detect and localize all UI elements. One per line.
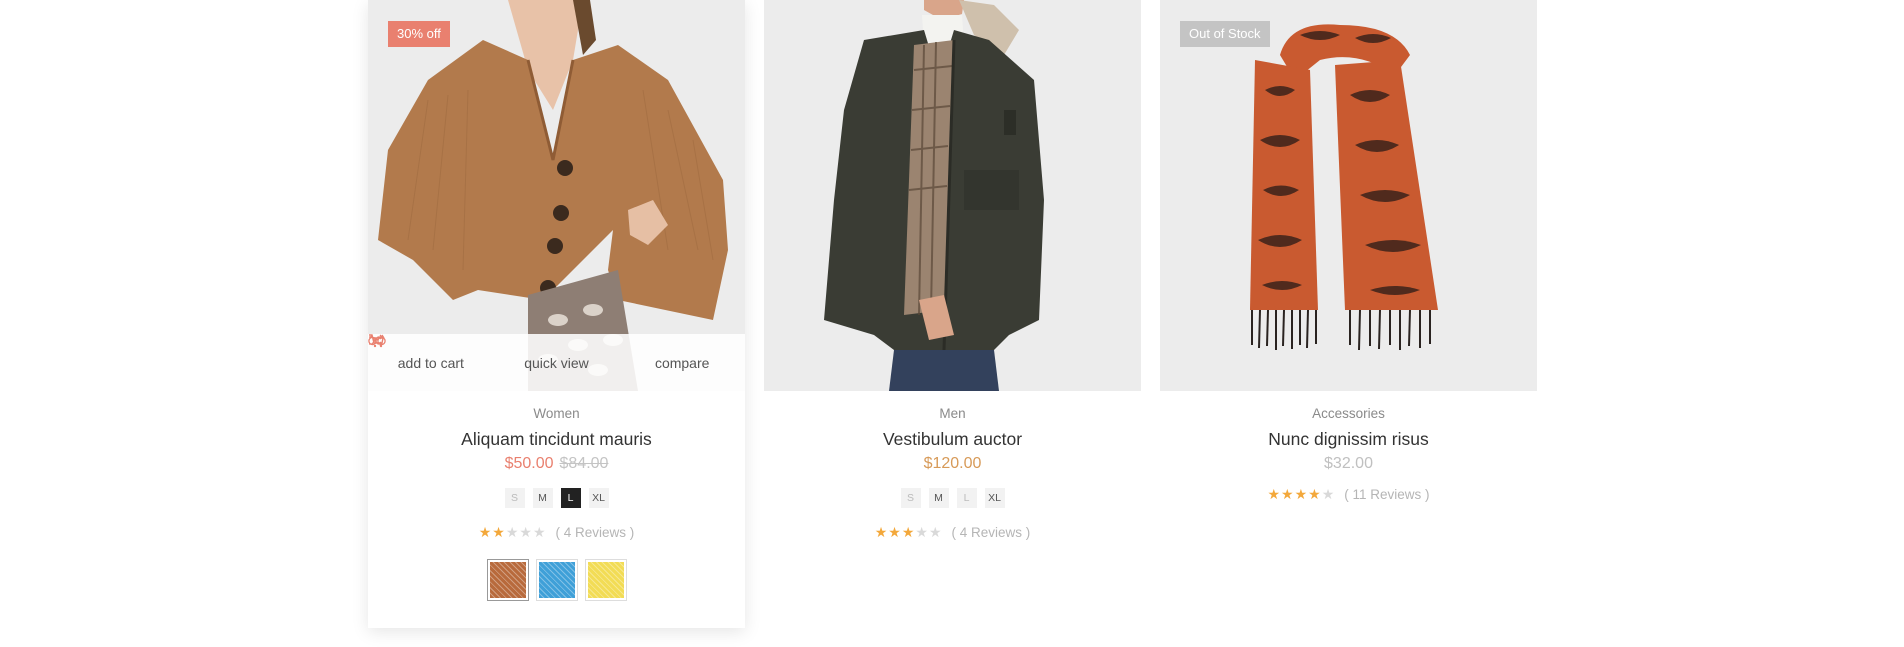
add-to-cart-button[interactable]: add to cart <box>368 334 494 371</box>
product-name[interactable]: Aliquam tincidunt mauris <box>368 428 745 450</box>
product-info: Men Vestibulum auctor $120.00 S M L XL ★… <box>764 405 1141 542</box>
star-filled-icon: ★ <box>874 524 888 540</box>
review-count[interactable]: ( 11 Reviews ) <box>1344 487 1429 502</box>
star-empty-icon: ★ <box>519 524 532 540</box>
star-empty-icon: ★ <box>915 524 928 540</box>
product-category[interactable]: Women <box>368 405 745 423</box>
star-filled-icon: ★ <box>1308 486 1321 502</box>
product-rating: ★ ★ ★ ★ ★ ( 11 Reviews ) <box>1160 484 1537 504</box>
size-option-xl[interactable]: XL <box>588 488 609 508</box>
product-card-1[interactable]: 30% off add to cart quick view compare W… <box>368 0 745 628</box>
size-option-m[interactable]: M <box>928 488 949 508</box>
size-option-m[interactable]: M <box>532 488 553 508</box>
product-rating: ★ ★ ★ ★ ★ ( 4 Reviews ) <box>368 522 745 542</box>
current-price: $120.00 <box>923 455 982 472</box>
out-of-stock-badge: Out of Stock <box>1180 21 1270 47</box>
rating-stars: ★ ★ ★ ★ ★ <box>479 525 546 539</box>
star-filled-icon: ★ <box>1281 486 1294 502</box>
star-empty-icon: ★ <box>532 524 546 540</box>
color-swatches <box>368 559 745 601</box>
product-name[interactable]: Vestibulum auctor <box>764 428 1141 450</box>
star-filled-icon: ★ <box>478 524 492 540</box>
size-options: S M L XL <box>764 488 1141 508</box>
star-filled-icon: ★ <box>901 524 915 540</box>
quick-view-label: quick view <box>524 354 589 371</box>
size-options: S M L XL <box>368 488 745 508</box>
star-empty-icon: ★ <box>1321 486 1335 502</box>
product-info: Accessories Nunc dignissim risus $32.00 … <box>1160 405 1537 504</box>
current-price: $32.00 <box>1324 455 1373 472</box>
rating-stars: ★ ★ ★ ★ ★ <box>1267 487 1334 501</box>
product-price: $120.00 <box>764 453 1141 475</box>
swatch-yellow[interactable] <box>584 559 627 601</box>
product-category[interactable]: Accessories <box>1160 405 1537 423</box>
product-price: $32.00 <box>1160 453 1537 475</box>
quick-view-button[interactable]: quick view <box>368 334 620 371</box>
product-category[interactable]: Men <box>764 405 1141 423</box>
product-name[interactable]: Nunc dignissim risus <box>1160 428 1537 450</box>
review-count[interactable]: ( 4 Reviews ) <box>556 525 635 540</box>
star-filled-icon: ★ <box>1267 486 1281 502</box>
rating-stars: ★ ★ ★ ★ ★ <box>875 525 942 539</box>
size-option-l[interactable]: L <box>956 488 977 508</box>
size-option-l[interactable]: L <box>560 488 581 508</box>
swatch-blue[interactable] <box>535 559 578 601</box>
star-empty-icon: ★ <box>928 524 942 540</box>
product-image-scarf[interactable]: Out of Stock <box>1160 0 1537 391</box>
star-filled-icon: ★ <box>1294 486 1308 502</box>
add-to-cart-label: add to cart <box>397 354 464 371</box>
compare-button[interactable]: compare <box>369 334 745 371</box>
compare-label: compare <box>654 354 710 371</box>
review-count[interactable]: ( 4 Reviews ) <box>952 525 1031 540</box>
star-filled-icon: ★ <box>888 524 901 540</box>
star-empty-icon: ★ <box>505 524 519 540</box>
old-price: $84.00 <box>559 455 609 472</box>
size-option-s[interactable]: S <box>900 488 921 508</box>
product-image-cardigan[interactable]: 30% off add to cart quick view compare <box>368 0 745 391</box>
current-price: $50.00 <box>504 455 554 472</box>
product-grid: 30% off add to cart quick view compare W… <box>368 0 1537 647</box>
shuffle-icon <box>369 334 383 347</box>
size-option-xl[interactable]: XL <box>984 488 1005 508</box>
star-filled-icon: ★ <box>492 524 505 540</box>
size-option-s[interactable]: S <box>504 488 525 508</box>
swatch-brown[interactable] <box>486 559 529 601</box>
product-price: $50.00 $84.00 <box>368 453 745 475</box>
product-rating: ★ ★ ★ ★ ★ ( 4 Reviews ) <box>764 522 1141 542</box>
discount-badge: 30% off <box>388 21 450 47</box>
product-info: Women Aliquam tincidunt mauris $50.00 $84… <box>368 405 745 601</box>
product-image-parka[interactable] <box>764 0 1141 391</box>
product-actions-bar: add to cart quick view compare <box>368 334 745 391</box>
